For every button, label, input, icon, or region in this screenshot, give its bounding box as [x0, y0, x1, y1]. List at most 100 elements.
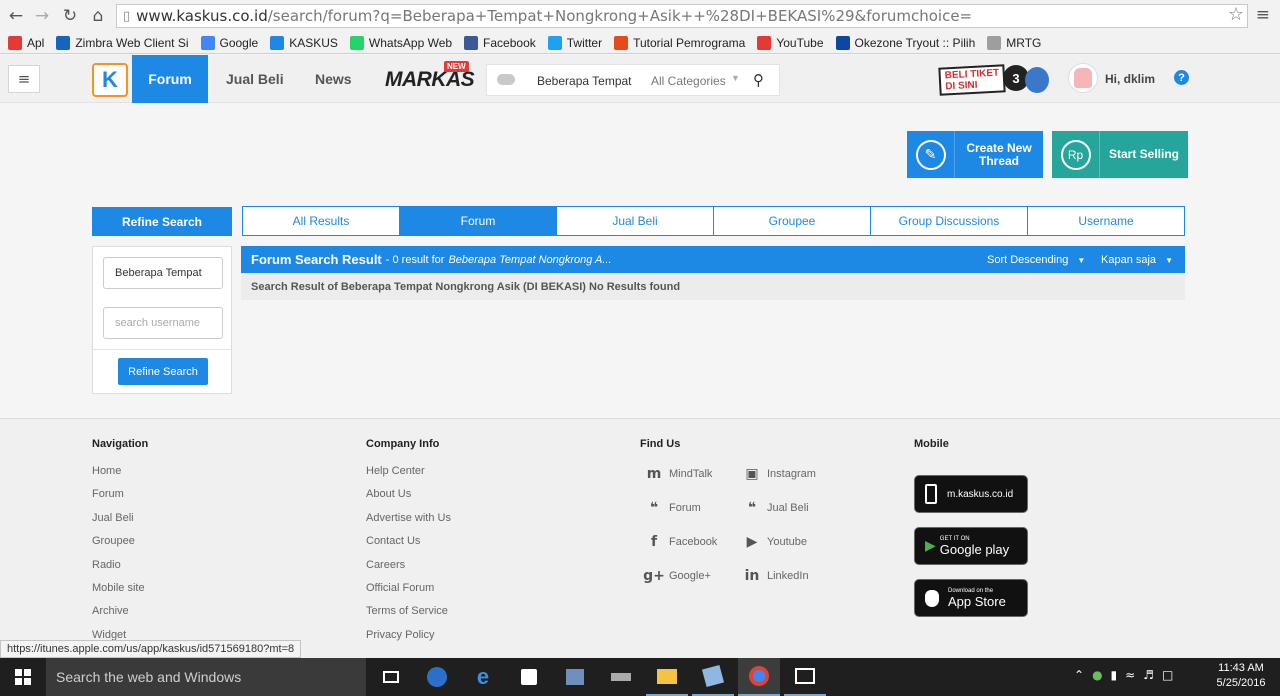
clock[interactable]: 11:43 AM 5/25/2016 — [1212, 661, 1270, 691]
back-icon[interactable]: ← — [5, 5, 27, 27]
notification-icon[interactable]: □ — [1162, 668, 1173, 682]
find-us-linkedin[interactable]: in LinkedIn — [743, 567, 809, 585]
wifi-icon[interactable]: ≈ — [1125, 668, 1135, 682]
create-thread-button[interactable]: ✎ Create New Thread — [907, 131, 1043, 178]
battery-icon[interactable]: ▮ — [1111, 668, 1118, 682]
footer-company-link[interactable]: Official Forum — [366, 582, 451, 605]
find-us-label: Forum — [669, 502, 701, 514]
chevron-down-icon: ▼ — [731, 73, 740, 83]
find-us-label: Youtube — [767, 536, 807, 548]
bookmark-7[interactable]: Tutorial Pemrograma — [614, 35, 745, 50]
kaskus-logo[interactable]: K — [92, 63, 128, 97]
find-us-instagram[interactable]: ▣ Instagram — [743, 465, 816, 483]
avatar[interactable] — [1068, 63, 1098, 93]
home-icon[interactable]: ⌂ — [87, 5, 109, 27]
footer-find-us: Find Us — [640, 438, 680, 465]
edge-icon[interactable]: e — [462, 658, 504, 696]
scanner-app-icon[interactable] — [600, 658, 642, 696]
category-select[interactable]: All Categories — [651, 74, 726, 88]
find-us-mindtalk[interactable]: m MindTalk — [645, 465, 713, 483]
store-icon[interactable] — [508, 658, 550, 696]
find-us-forum[interactable]: ❝ Forum — [645, 499, 701, 517]
tab-all-results[interactable]: All Results — [243, 207, 400, 235]
footer-company-link[interactable]: Terms of Service — [366, 605, 451, 628]
volume-icon[interactable]: ♬ — [1143, 668, 1154, 682]
tab-group-discussions[interactable]: Group Discussions — [871, 207, 1028, 235]
time-filter-dropdown[interactable]: Kapan saja ▼ — [1101, 254, 1173, 266]
bookmark-3[interactable]: KASKUS — [270, 35, 338, 50]
result-tabs: All Results Forum Jual Beli Groupee Group Di… — [242, 206, 1185, 236]
bookmark-9[interactable]: Okezone Tryout :: Pilih — [835, 35, 975, 50]
bookmark-5[interactable]: Facebook — [464, 35, 536, 50]
network-app-icon[interactable] — [554, 658, 596, 696]
start-selling-button[interactable]: Rp Start Selling — [1052, 131, 1188, 178]
tab-username[interactable]: Username — [1028, 207, 1184, 235]
reload-icon[interactable]: ↻ — [59, 5, 81, 27]
taskbar-search[interactable]: Search the web and Windows — [46, 658, 366, 696]
youtube-icon — [757, 35, 772, 50]
footer-company-link[interactable]: Contact Us — [366, 535, 451, 558]
footer-nav-link[interactable]: Mobile site — [92, 582, 148, 605]
chevron-up-icon[interactable]: ⌃ — [1074, 668, 1084, 682]
task-view-icon[interactable] — [370, 658, 412, 696]
nav-jual-beli[interactable]: Jual Beli — [226, 71, 284, 87]
tab-jual-beli[interactable]: Jual Beli — [557, 207, 714, 235]
bookmark-2[interactable]: Google — [200, 35, 258, 50]
bookmark-6[interactable]: Twitter — [547, 35, 602, 50]
search-icon[interactable]: ⚲ — [753, 71, 764, 89]
mobile-site-button[interactable]: m.kaskus.co.id — [914, 475, 1028, 513]
footer-nav-link[interactable]: Radio — [92, 559, 148, 582]
footer-company-link[interactable]: Help Center — [366, 465, 451, 488]
footer-nav-link[interactable]: Groupee — [92, 535, 148, 558]
footer-company-link[interactable]: Privacy Policy — [366, 629, 451, 652]
tab-forum[interactable]: Forum — [400, 207, 557, 235]
file-explorer-icon[interactable] — [646, 658, 688, 696]
nav-forum[interactable]: Forum — [132, 55, 208, 103]
refine-query-input[interactable]: Beberapa Tempat — [103, 257, 223, 289]
app-tray-icon[interactable]: ● — [1092, 668, 1102, 682]
search-bar: Beberapa Tempat All Categories ▼ ⚲ — [486, 64, 780, 96]
buy-ticket-banner[interactable]: BELI TIKET DI SINI 3 — [938, 63, 1053, 97]
bookmark-0[interactable]: Apl — [8, 35, 44, 50]
google-play-button[interactable]: ▶ GET IT ON Google play — [914, 527, 1028, 565]
footer-nav-link[interactable]: Forum — [92, 488, 148, 511]
browser-menu-icon[interactable]: ≡ — [1256, 5, 1270, 25]
find-us-jual-beli[interactable]: ❝ Jual Beli — [743, 499, 809, 517]
find-us-facebook[interactable]: f Facebook — [645, 533, 717, 551]
footer-heading: Company Info — [366, 438, 440, 450]
sort-dropdown[interactable]: Sort Descending ▼ — [987, 254, 1085, 266]
footer-nav-link[interactable]: Archive — [92, 605, 148, 628]
bookmark-10[interactable]: MRTG — [987, 35, 1041, 50]
app-circle-icon[interactable] — [416, 658, 458, 696]
find-us-google-[interactable]: g+ Google+ — [643, 567, 711, 585]
app-store-button[interactable]: Download on the App Store — [914, 579, 1028, 617]
help-icon[interactable]: ? — [1174, 70, 1189, 85]
chrome-icon[interactable] — [738, 658, 780, 696]
refine-search-button[interactable]: Refine Search — [118, 358, 208, 385]
google-icon — [200, 35, 215, 50]
notes-app-icon[interactable] — [692, 658, 734, 696]
nav-news[interactable]: News — [315, 71, 352, 87]
bookmark-4[interactable]: WhatsApp Web — [349, 35, 453, 50]
bookmark-8[interactable]: YouTube — [757, 35, 824, 50]
footer-nav-link[interactable]: Jual Beli — [92, 512, 148, 535]
kaskus-icon — [270, 35, 285, 50]
forward-icon[interactable]: → — [31, 5, 53, 27]
bookmark-1[interactable]: Zimbra Web Client Si — [56, 35, 189, 50]
hamburger-menu-icon[interactable]: ≡ — [8, 65, 40, 93]
footer-nav-link[interactable]: Home — [92, 465, 148, 488]
footer-company-link[interactable]: About Us — [366, 488, 451, 511]
bookmark-label: WhatsApp Web — [368, 35, 453, 50]
footer-company-link[interactable]: Advertise with Us — [366, 512, 451, 535]
okezone-icon — [835, 35, 850, 50]
photos-icon[interactable] — [784, 658, 826, 696]
bookmark-star-icon[interactable]: ☆ — [1228, 4, 1244, 25]
windows-start-icon[interactable] — [0, 658, 46, 696]
footer-company-link[interactable]: Careers — [366, 559, 451, 582]
user-greeting[interactable]: Hi, dklim — [1105, 72, 1155, 86]
find-us-youtube[interactable]: ▶ Youtube — [743, 533, 807, 551]
search-input[interactable]: Beberapa Tempat — [537, 74, 632, 88]
tab-groupee[interactable]: Groupee — [714, 207, 871, 235]
address-bar[interactable]: ▯ www.kaskus.co.id /search/forum?q=Beber… — [116, 4, 1248, 28]
username-input[interactable]: search username — [103, 307, 223, 339]
